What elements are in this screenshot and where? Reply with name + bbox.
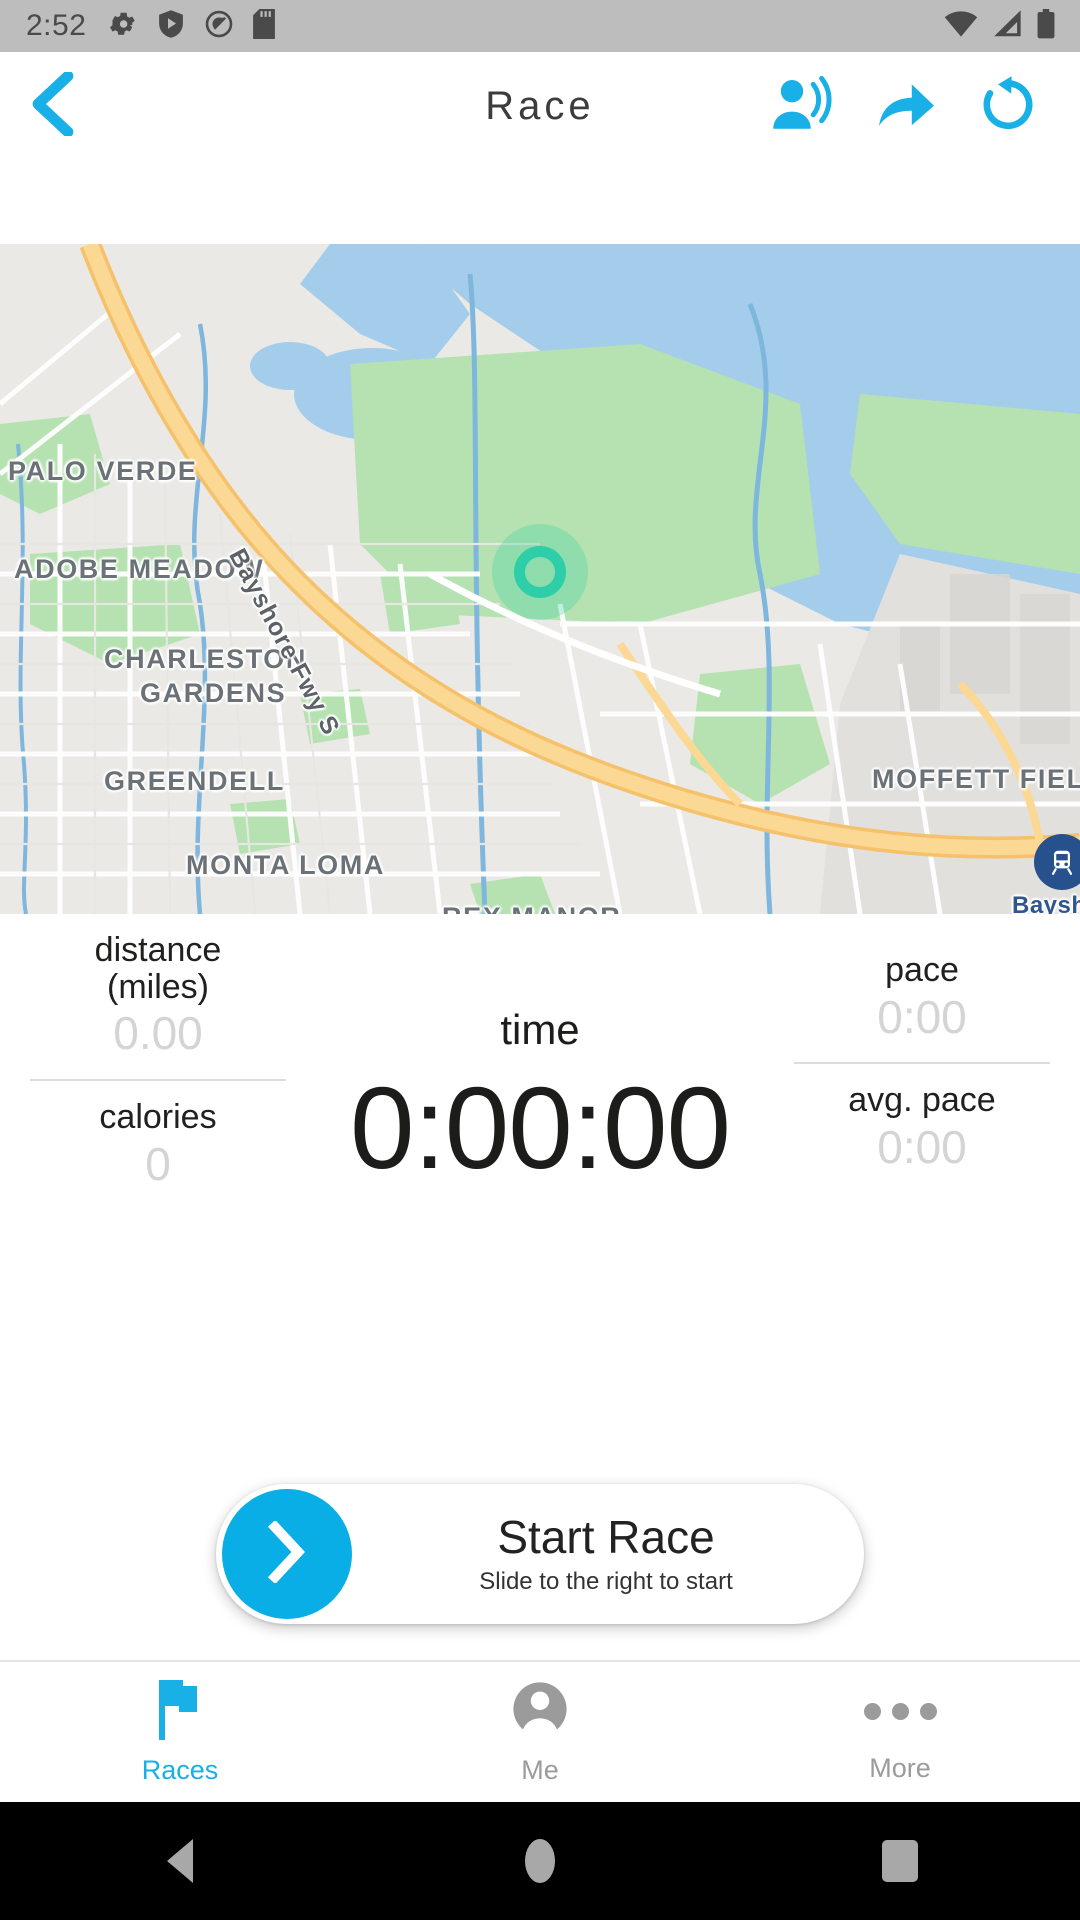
person-icon xyxy=(511,1678,569,1745)
start-race-subtitle: Slide to the right to start xyxy=(479,1568,733,1596)
start-race-slider-area: Start Race Slide to the right to start xyxy=(0,1484,1080,1624)
android-recents-button[interactable] xyxy=(825,1802,975,1920)
flag-icon xyxy=(153,1678,207,1745)
header-actions xyxy=(770,75,1080,138)
calories-value: 0 xyxy=(145,1137,171,1190)
race-stats-panel: distance (miles) 0.00 calories 0 time 0:… xyxy=(0,914,1080,1660)
distance-label-line1: distance xyxy=(94,931,222,969)
current-location-marker xyxy=(492,524,588,620)
android-home-icon xyxy=(525,1839,555,1883)
tab-me[interactable]: Me xyxy=(360,1662,720,1802)
circle-q-icon xyxy=(204,9,234,44)
app-header: Race xyxy=(0,52,1080,160)
share-icon[interactable] xyxy=(876,76,936,137)
race-map[interactable]: PALO VERDE ADOBE MEADOW CHARLESTON GARDE… xyxy=(0,244,1080,914)
status-bar-clock: 2:52 xyxy=(26,9,87,42)
more-dot xyxy=(863,1703,881,1720)
gear-icon xyxy=(108,9,138,44)
stats-column-right: pace 0:00 avg. pace 0:00 xyxy=(782,952,1062,1173)
more-dot xyxy=(891,1703,909,1720)
wifi-icon xyxy=(944,10,978,43)
chevron-right-icon xyxy=(267,1519,307,1588)
voice-feedback-icon[interactable] xyxy=(770,75,832,137)
cellular-signal-icon xyxy=(992,9,1022,43)
stats-divider-left xyxy=(30,1079,286,1082)
android-recents-icon xyxy=(882,1840,918,1882)
pace-value: 0:00 xyxy=(877,990,967,1043)
stats-divider-right xyxy=(794,1062,1050,1065)
pace-stat: pace 0:00 xyxy=(782,952,1062,1042)
distance-label: distance (miles) xyxy=(18,932,298,1005)
start-race-slider[interactable]: Start Race Slide to the right to start xyxy=(216,1484,864,1624)
calories-label: calories xyxy=(99,1098,217,1137)
header-spacer xyxy=(0,160,1080,244)
tab-more-label: More xyxy=(869,1752,931,1783)
start-race-slider-knob[interactable] xyxy=(222,1489,352,1619)
app-screen: 2:52 Race PALO VERDE ADOBE MEADOW CHARLE… xyxy=(0,0,1080,1920)
battery-icon xyxy=(1036,8,1056,44)
start-race-slider-text: Start Race Slide to the right to start xyxy=(366,1512,846,1597)
pace-label: pace xyxy=(885,951,959,989)
avg-pace-stat: avg. pace 0:00 xyxy=(782,1082,1062,1172)
android-back-icon xyxy=(167,1839,193,1883)
tab-me-label: Me xyxy=(521,1755,559,1785)
status-bar-notification-icons xyxy=(108,8,276,44)
stats-column-left: distance (miles) 0.00 calories 0 xyxy=(18,932,298,1190)
tab-more[interactable]: More xyxy=(720,1662,1080,1802)
sync-refresh-icon[interactable] xyxy=(980,75,1036,138)
sd-card-icon xyxy=(253,8,276,44)
back-button[interactable] xyxy=(0,52,104,160)
tab-races[interactable]: Races xyxy=(0,1662,360,1802)
distance-label-line2: (miles) xyxy=(107,967,209,1006)
more-dot xyxy=(919,1703,937,1720)
distance-value: 0.00 xyxy=(113,1007,203,1060)
calories-stat: calories 0 xyxy=(18,1099,298,1189)
android-navigation-bar xyxy=(0,1802,1080,1920)
back-chevron-icon xyxy=(30,70,74,141)
distance-stat: distance (miles) 0.00 xyxy=(18,932,298,1059)
bottom-tab-bar: Races Me More xyxy=(0,1660,1080,1802)
start-race-title: Start Race xyxy=(497,1510,715,1563)
more-dots-icon xyxy=(863,1681,937,1743)
avg-pace-value: 0:00 xyxy=(877,1121,967,1174)
status-bar-system-icons xyxy=(944,8,1062,44)
android-back-button[interactable] xyxy=(105,1802,255,1920)
android-home-button[interactable] xyxy=(465,1802,615,1920)
avg-pace-label: avg. pace xyxy=(848,1081,996,1120)
tab-races-label: Races xyxy=(141,1755,219,1785)
status-bar: 2:52 xyxy=(0,0,1080,52)
shield-play-icon xyxy=(157,9,185,44)
